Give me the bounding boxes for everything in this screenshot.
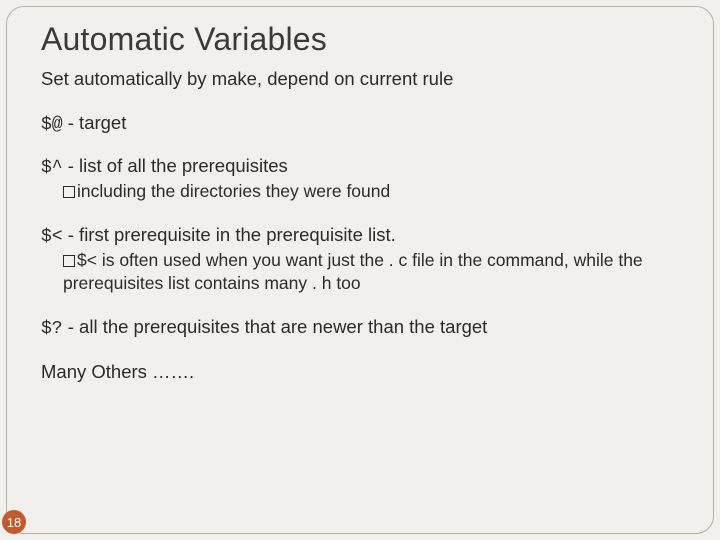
var-desc: - all the prerequisites that are newer t… [63,316,488,337]
var-desc: - target [63,112,127,133]
var-block-caret: $^ - list of all the prerequisites inclu… [41,155,687,202]
var-desc: - first prerequisite in the prerequisite… [63,224,396,245]
var-subtext: $< is often used when you want just the … [63,250,643,292]
var-symbol: $^ [41,158,63,178]
page-number-badge: 18 [2,510,26,534]
var-symbol: $< [41,227,63,247]
var-line: $? - all the prerequisites that are newe… [41,316,687,339]
var-block-question: $? - all the prerequisites that are newe… [41,316,687,339]
slide-frame: Automatic Variables Set automatically by… [6,6,714,534]
var-subtext: including the directories they were foun… [77,181,390,201]
checkbox-icon [63,186,75,198]
var-symbol: $@ [41,115,63,135]
var-block-lt: $< - first prerequisite in the prerequis… [41,224,687,294]
var-line: $< - first prerequisite in the prerequis… [41,224,687,247]
var-subline: including the directories they were foun… [63,180,687,202]
var-block-target: $@ - target [41,112,687,135]
var-symbol: $? [41,319,63,339]
page-title: Automatic Variables [41,21,687,58]
var-subline: $< is often used when you want just the … [63,249,687,294]
checkbox-icon [63,255,75,267]
var-desc: - list of all the prerequisites [63,155,288,176]
subtitle: Set automatically by make, depend on cur… [41,68,687,90]
var-line: $@ - target [41,112,687,135]
var-line: $^ - list of all the prerequisites [41,155,687,178]
many-others: Many Others ……. [41,361,687,383]
